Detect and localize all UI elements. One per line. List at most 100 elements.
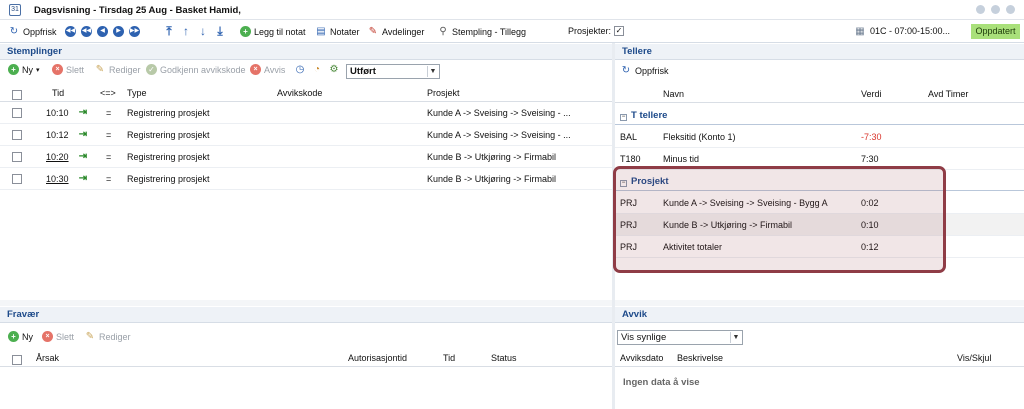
row-type: Registrering prosjekt: [127, 130, 210, 140]
pencil-icon: ✎: [85, 331, 95, 342]
stamps-new-button[interactable]: + Ny ▾: [8, 64, 40, 75]
prev-day-icon[interactable]: ◀: [97, 26, 108, 37]
next-day-icon[interactable]: ▶: [113, 26, 124, 37]
next-week-icon[interactable]: ▶▶: [129, 26, 140, 37]
counters-refresh-button[interactable]: ↻ Oppfrisk: [620, 65, 669, 77]
timer-button[interactable]: ◔: [311, 64, 323, 76]
project-highlight-annotation: [613, 166, 946, 273]
stamp-icon: ⚲: [439, 26, 447, 37]
column-status[interactable]: Status: [491, 349, 517, 367]
delete-label: Slett: [66, 64, 85, 75]
notes-button[interactable]: ▤ Notater: [315, 26, 359, 38]
minimize-icon[interactable]: [976, 5, 985, 14]
stamps-delete-button[interactable]: × Slett: [52, 64, 84, 75]
add-note-label: Legg til notat: [254, 26, 306, 37]
column-name[interactable]: Navn: [663, 85, 684, 103]
absence-delete-button[interactable]: × Slett: [42, 331, 74, 342]
deviations-grid-header: Avviksdato Beskrivelse Vis/Skjul: [615, 349, 1024, 367]
row-checkbox[interactable]: [12, 152, 22, 162]
select-all-checkbox[interactable]: [12, 355, 22, 365]
stamps-edit-button[interactable]: ✎ Rediger: [94, 64, 141, 76]
column-time[interactable]: Tid: [443, 349, 455, 367]
refresh-label: Oppfrisk: [23, 27, 57, 37]
column-project[interactable]: Prosjekt: [427, 84, 460, 102]
absence-edit-button[interactable]: ✎ Rediger: [84, 331, 131, 343]
column-show-hide[interactable]: Vis/Skjul: [957, 349, 991, 367]
table-row[interactable]: 10:10 ⇥ = Registrering prosjekt Kunde A …: [0, 102, 612, 124]
column-prev-hours[interactable]: Avd Timer: [928, 85, 968, 103]
table-row[interactable]: 10:20 ⇥ = Registrering prosjekt Kunde B …: [0, 146, 612, 168]
counter-value: -7:30: [861, 132, 882, 142]
row-checkbox[interactable]: [12, 174, 22, 184]
departments-icon: ✎: [368, 26, 378, 37]
row-project: Kunde A -> Sveising -> Sveising - ...: [427, 108, 571, 118]
column-deviation-date[interactable]: Avviksdato: [620, 349, 663, 367]
column-deviation[interactable]: Avvikskode: [277, 84, 322, 102]
column-description[interactable]: Beskrivelse: [677, 349, 723, 367]
row-time: 10:12: [46, 130, 69, 140]
departments-button[interactable]: ✎ Avdelinger: [367, 26, 425, 38]
add-note-button[interactable]: + Legg til notat: [240, 26, 306, 37]
row-direction: =: [106, 108, 112, 118]
first-day-icon[interactable]: ◀◀: [65, 26, 76, 37]
row-project: Kunde A -> Sveising -> Sveising - ...: [427, 130, 571, 140]
collapse-icon[interactable]: −: [620, 114, 627, 121]
column-cause[interactable]: Årsak: [36, 349, 59, 367]
close-icon[interactable]: [1006, 5, 1015, 14]
column-type[interactable]: Type: [127, 84, 147, 102]
reject-label: Avvis: [264, 64, 286, 75]
notes-icon: ▤: [316, 26, 326, 37]
row-time[interactable]: 10:30: [46, 168, 69, 190]
deviations-filter-value: Vis synlige: [621, 332, 667, 343]
absence-panel-header: Fravær: [0, 307, 612, 323]
stamps-filter-select[interactable]: Utført ▼: [346, 64, 440, 79]
column-value[interactable]: Verdi: [861, 85, 882, 103]
move-top-icon[interactable]: ⤒: [164, 25, 174, 38]
counter-row[interactable]: BAL Fleksitid (Konto 1) -7:30: [615, 126, 1024, 148]
column-authorization[interactable]: Autorisasjontid: [348, 349, 407, 367]
main-toolbar: ↻ Oppfrisk ◀◀ ◀◀ ◀ ▶ ▶▶ ⤒ ↑ ↓ ⤓ + Legg t…: [0, 21, 1024, 43]
row-time: 10:10: [46, 108, 69, 118]
window-title: Dagsvisning - Tirsdag 25 Aug - Basket Ha…: [34, 5, 241, 16]
row-direction: =: [106, 130, 112, 140]
clock-icon: ◷: [295, 64, 305, 75]
move-down-icon[interactable]: ↓: [198, 25, 208, 38]
clock-button[interactable]: ◷: [294, 64, 306, 76]
stamping-button[interactable]: ⚲ Stempling - Tillegg: [437, 26, 526, 38]
row-checkbox[interactable]: [12, 130, 22, 140]
refresh-button[interactable]: ↻ Oppfrisk: [8, 26, 57, 38]
horizontal-splitter[interactable]: [615, 300, 1024, 306]
absence-new-button[interactable]: + Ny: [8, 331, 33, 342]
delete-icon: ×: [42, 331, 53, 342]
approve-deviation-button[interactable]: ✓ Godkjenn avvikskode: [146, 64, 246, 75]
window-titlebar: 31 Dagsvisning - Tirsdag 25 Aug - Basket…: [0, 0, 1024, 20]
deviations-panel-header: Avvik: [615, 307, 1024, 323]
tools-icon: ⚙: [329, 64, 339, 75]
move-up-icon[interactable]: ↑: [181, 25, 191, 38]
shift-icon: ▦: [855, 26, 865, 37]
tools-button[interactable]: ⚙: [328, 64, 340, 76]
row-time[interactable]: 10:20: [46, 146, 69, 168]
table-row[interactable]: 10:12 ⇥ = Registrering prosjekt Kunde A …: [0, 124, 612, 146]
column-direction[interactable]: <=>: [100, 84, 116, 102]
projects-checkbox[interactable]: ✓: [614, 26, 625, 36]
enter-icon: ⇥: [78, 129, 88, 140]
deviations-filter-select[interactable]: Vis synlige ▼: [617, 330, 743, 345]
edit-label: Rediger: [99, 332, 131, 342]
row-direction: =: [106, 152, 112, 162]
maximize-icon[interactable]: [991, 5, 1000, 14]
prev-week-icon[interactable]: ◀◀: [81, 26, 92, 37]
add-icon: +: [8, 331, 19, 342]
reject-button[interactable]: × Avvis: [250, 64, 285, 75]
row-checkbox[interactable]: [12, 108, 22, 118]
counter-name: Fleksitid (Konto 1): [663, 132, 736, 142]
column-time[interactable]: Tid: [52, 84, 64, 102]
horizontal-splitter[interactable]: [0, 300, 612, 306]
counter-code: BAL: [620, 132, 638, 142]
group-t-counters[interactable]: − T tellere: [615, 107, 1024, 125]
stamps-panel-header: Stemplinger: [0, 44, 612, 60]
pencil-icon: ✎: [95, 64, 105, 75]
table-row[interactable]: 10:30 ⇥ = Registrering prosjekt Kunde B …: [0, 168, 612, 190]
move-bottom-icon[interactable]: ⤓: [215, 25, 225, 38]
select-all-checkbox[interactable]: [12, 90, 22, 100]
